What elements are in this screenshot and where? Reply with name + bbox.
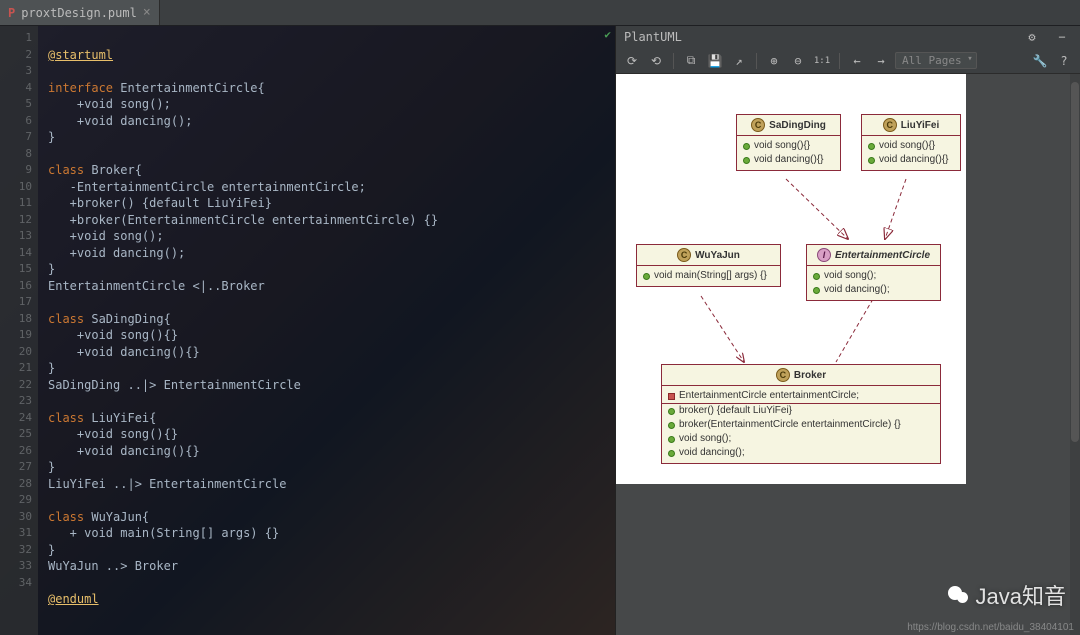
- watermark: Java知音: [948, 579, 1066, 611]
- zoom-reset-button[interactable]: 1:1: [812, 51, 832, 71]
- preview-title-bar: PlantUML ⚙ −: [616, 26, 1080, 48]
- uml-class-sadingding: CSaDingDing void song(){} void dancing()…: [736, 114, 841, 171]
- uml-class-liuyifei: CLiuYiFei void song(){} void dancing(){}: [861, 114, 961, 171]
- uml-class-wuyajun: CWuYaJun void main(String[] args) {}: [636, 244, 781, 287]
- file-tab[interactable]: P proxtDesign.puml ×: [0, 0, 160, 25]
- tab-filename: proxtDesign.puml: [21, 6, 137, 20]
- minimize-icon[interactable]: −: [1052, 27, 1072, 47]
- scrollbar-thumb[interactable]: [1071, 82, 1079, 442]
- editor-tab-bar: P proxtDesign.puml ×: [0, 0, 1080, 26]
- wechat-icon: [948, 584, 970, 606]
- settings-icon[interactable]: ⚙: [1022, 27, 1042, 47]
- code-editor[interactable]: ✔ 12345678910111213141516171819202122232…: [0, 26, 615, 635]
- class-stereotype-icon: C: [677, 248, 691, 262]
- plantuml-file-icon: P: [8, 6, 15, 20]
- inspection-ok-icon: ✔: [604, 28, 611, 41]
- uml-diagram: CSaDingDing void song(){} void dancing()…: [616, 74, 966, 484]
- preview-title: PlantUML: [624, 30, 682, 44]
- class-stereotype-icon: C: [751, 118, 765, 132]
- separator: [756, 53, 757, 69]
- class-stereotype-icon: C: [883, 118, 897, 132]
- class-stereotype-icon: C: [776, 368, 790, 382]
- prev-page-button[interactable]: ←: [847, 51, 867, 71]
- refresh-button[interactable]: ⟳: [622, 51, 642, 71]
- preview-toolbar: ⟳ ⟲ ⧉ 💾 ↗ ⊕ ⊖ 1:1 ← → All Pages 🔧 ?: [616, 48, 1080, 74]
- help-button[interactable]: ?: [1054, 51, 1074, 71]
- wrench-button[interactable]: 🔧: [1030, 51, 1050, 71]
- code-area[interactable]: @startuml interface EntertainmentCircle{…: [38, 26, 615, 635]
- next-page-button[interactable]: →: [871, 51, 891, 71]
- export-button[interactable]: ↗: [729, 51, 749, 71]
- close-tab-icon[interactable]: ×: [143, 5, 151, 20]
- uml-class-broker: CBroker EntertainmentCircle entertainmen…: [661, 364, 941, 464]
- pages-dropdown[interactable]: All Pages: [895, 52, 977, 69]
- source-url: https://blog.csdn.net/baidu_38404101: [907, 622, 1074, 633]
- separator: [839, 53, 840, 69]
- zoom-in-button[interactable]: ⊕: [764, 51, 784, 71]
- vertical-scrollbar[interactable]: [1070, 74, 1080, 635]
- copy-button[interactable]: ⧉: [681, 51, 701, 71]
- zoom-out-button[interactable]: ⊖: [788, 51, 808, 71]
- interface-stereotype-icon: I: [817, 248, 831, 262]
- diagram-viewport[interactable]: CSaDingDing void song(){} void dancing()…: [616, 74, 1080, 635]
- save-button[interactable]: 💾: [705, 51, 725, 71]
- sync-button[interactable]: ⟲: [646, 51, 666, 71]
- separator: [673, 53, 674, 69]
- line-gutter: 1234567891011121314151617181920212223242…: [0, 26, 38, 635]
- plantuml-preview-pane: PlantUML ⚙ − ⟳ ⟲ ⧉ 💾 ↗ ⊕ ⊖ 1:1 ← → All P…: [615, 26, 1080, 635]
- uml-interface-entertainmentcircle: IEntertainmentCircle void song(); void d…: [806, 244, 941, 301]
